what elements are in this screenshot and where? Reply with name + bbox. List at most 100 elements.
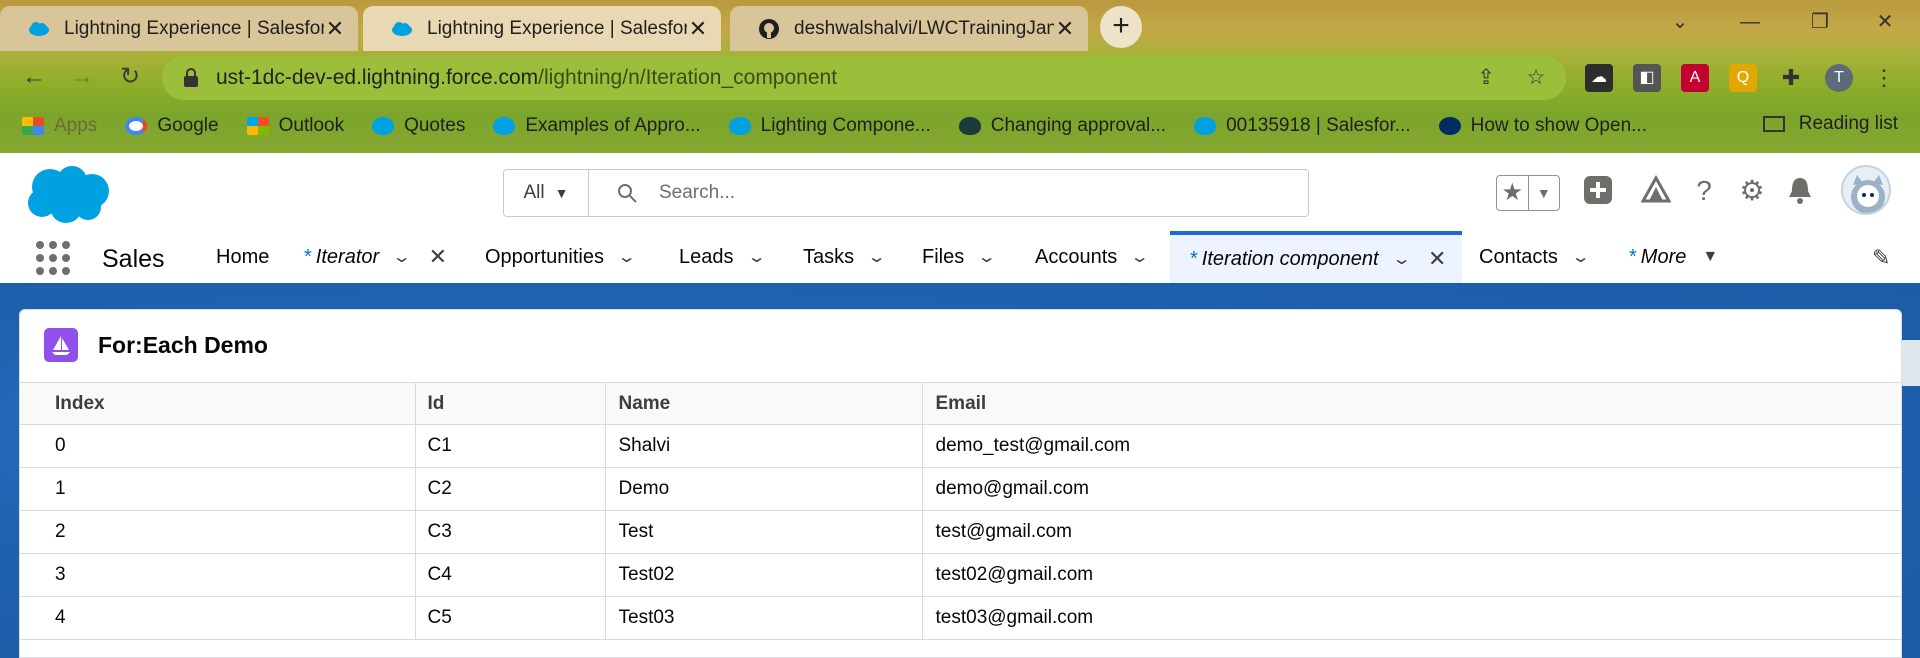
nav-tab-more[interactable]: * More ▼ — [1629, 231, 1718, 283]
search-extension-icon[interactable]: Q — [1729, 64, 1757, 92]
trailhead-guidance-icon[interactable] — [1640, 174, 1672, 207]
close-tab-icon[interactable]: ✕ — [1054, 16, 1076, 42]
caret-down-icon[interactable]: ▼ — [1702, 248, 1718, 266]
search-scope-label: All — [523, 182, 545, 203]
chevron-down-icon[interactable]: ⌄ — [1571, 247, 1591, 267]
help-icon[interactable]: ? — [1688, 175, 1720, 207]
forward-icon[interactable]: → — [66, 61, 98, 93]
bookmark-label: Outlook — [278, 115, 345, 136]
nav-tab-files[interactable]: Files ⌄ — [922, 231, 997, 283]
reload-icon[interactable]: ↻ — [114, 61, 146, 93]
browser-tab-1[interactable]: Lightning Experience | Salesforce ✕ — [0, 6, 358, 51]
card-title: For:Each Demo — [98, 331, 268, 358]
bookmark-label: Quotes — [404, 115, 466, 136]
chevron-down-icon[interactable]: ⌄ — [1130, 247, 1150, 267]
bookmark-star-icon[interactable]: ☆ — [1522, 64, 1550, 92]
astro-avatar-icon — [1851, 175, 1885, 213]
bookmark-case[interactable]: 00135918 | Salesfor... — [1194, 115, 1411, 137]
close-tab-icon[interactable]: ✕ — [324, 16, 346, 42]
back-icon[interactable]: ← — [18, 61, 50, 93]
nav-tab-tasks[interactable]: Tasks ⌄ — [803, 231, 887, 283]
bookmark-outlook[interactable]: Outlook — [246, 115, 345, 137]
nav-tab-label: Iterator — [315, 245, 380, 268]
new-tab-button[interactable]: + — [1100, 6, 1142, 48]
star-icon[interactable]: ★ — [1497, 176, 1529, 210]
search-placeholder: Search... — [659, 182, 736, 203]
search-icon — [618, 184, 637, 203]
restore-button[interactable]: ❐ — [1785, 0, 1855, 44]
profile-extension-icon[interactable]: ◧ — [1633, 64, 1661, 92]
chevron-down-icon[interactable]: ⌄ — [392, 247, 412, 267]
edit-nav-pencil-icon[interactable]: ✎ — [1872, 245, 1890, 271]
salesforce-cloud-icon — [372, 117, 395, 135]
favorites-button[interactable]: ★ ▼ — [1496, 175, 1560, 211]
chevron-down-icon[interactable]: ⌄ — [977, 247, 997, 267]
bookmark-changing-approval[interactable]: Changing approval... — [958, 115, 1166, 137]
bookmark-apps[interactable]: Apps — [22, 115, 97, 137]
nav-tab-opportunities[interactable]: Opportunities ⌄ — [485, 231, 637, 283]
chevron-down-icon[interactable]: ⌄ — [617, 247, 637, 267]
global-actions-plus-icon[interactable] — [1582, 175, 1614, 207]
menu-kebab-icon[interactable]: ⋮ — [1870, 64, 1898, 92]
favorites-caret-icon[interactable]: ▼ — [1529, 176, 1560, 210]
bookmark-lighting[interactable]: Lighting Compone... — [728, 115, 931, 137]
apps-grid-icon — [22, 117, 44, 135]
setup-gear-icon[interactable]: ⚙ — [1736, 175, 1768, 207]
cloud-extension-icon[interactable]: ☁ — [1585, 64, 1613, 92]
tab-search-icon[interactable]: ⌄ — [1645, 0, 1715, 44]
cell-name: Test — [605, 510, 923, 554]
user-avatar[interactable] — [1841, 165, 1891, 215]
browser-toolbar: ← → ↻ ust-1dc-dev-ed.lightning.force.com… — [0, 51, 1920, 103]
nav-tab-accounts[interactable]: Accounts ⌄ — [1035, 231, 1150, 283]
app-launcher-icon[interactable] — [36, 241, 70, 275]
table-header-row: Index Id Name Email — [20, 382, 1901, 425]
close-tab-icon[interactable]: ✕ — [429, 244, 447, 270]
angular-extension-icon[interactable]: A — [1681, 64, 1709, 92]
close-tab-icon[interactable]: ✕ — [1428, 246, 1446, 272]
contacts-table: Index Id Name Email 0 C1 Shalvi demo_tes… — [20, 382, 1901, 640]
bookmark-label: Google — [157, 115, 219, 136]
chevron-down-icon[interactable]: ⌄ — [867, 247, 887, 267]
minimize-button[interactable]: — — [1715, 0, 1785, 44]
salesforce-cloud-icon — [1194, 117, 1217, 135]
search-input[interactable]: Search... — [589, 170, 1308, 216]
sailboat-icon — [44, 328, 78, 362]
salesforce-logo[interactable] — [22, 163, 112, 225]
search-scope-select[interactable]: All ▼ — [504, 170, 589, 216]
browser-chrome: Lightning Experience | Salesforce ✕ Ligh… — [0, 0, 1920, 153]
reading-list-button[interactable]: Reading list — [1762, 113, 1898, 135]
browser-tab-3[interactable]: deshwalshalvi/LWCTrainingJan20 ✕ — [730, 6, 1088, 51]
column-header-name: Name — [605, 382, 923, 425]
chevron-down-icon[interactable]: ⌄ — [1391, 249, 1411, 269]
notifications-bell-icon[interactable] — [1784, 175, 1816, 207]
profile-avatar[interactable]: T — [1825, 64, 1853, 92]
url-path: /lightning/n/Iteration_component — [538, 66, 838, 89]
close-tab-icon[interactable]: ✕ — [687, 16, 709, 42]
bookmark-how-to-show[interactable]: How to show Open... — [1438, 115, 1647, 137]
address-bar[interactable]: ust-1dc-dev-ed.lightning.force.com/light… — [162, 56, 1566, 100]
bookmark-quotes[interactable]: Quotes — [372, 115, 465, 137]
nav-tab-iteration-component[interactable]: * Iteration component ⌄ ✕ — [1170, 231, 1462, 283]
nav-tab-leads[interactable]: Leads ⌄ — [679, 231, 766, 283]
nav-tab-label: Home — [216, 245, 270, 268]
browser-tab-title: Lightning Experience | Salesforce — [64, 17, 324, 39]
bookmark-examples[interactable]: Examples of Appro... — [493, 115, 701, 137]
nav-tab-contacts[interactable]: Contacts ⌄ — [1479, 231, 1591, 283]
cell-id: C4 — [415, 553, 606, 597]
share-icon[interactable]: ⇪ — [1472, 64, 1500, 92]
close-window-button[interactable]: ✕ — [1850, 0, 1920, 44]
nav-tab-home[interactable]: Home — [216, 231, 269, 283]
bookmark-google[interactable]: Google — [125, 115, 219, 137]
nav-tab-label: Files — [922, 245, 965, 268]
salesforce-cloud-icon — [392, 21, 412, 36]
nav-tab-iterator[interactable]: * Iterator ⌄ ✕ — [304, 231, 447, 283]
extensions-puzzle-icon[interactable]: ✚ — [1777, 64, 1805, 92]
bookmark-label: How to show Open... — [1470, 115, 1647, 136]
browser-tab-2[interactable]: Lightning Experience | Salesforce ✕ — [363, 6, 721, 51]
cell-index: 0 — [20, 424, 416, 468]
column-header-email: Email — [922, 382, 1901, 425]
nav-tab-label: More — [1640, 245, 1687, 268]
chevron-down-icon[interactable]: ⌄ — [746, 247, 766, 267]
cell-name: Demo — [605, 467, 923, 511]
lock-icon — [184, 68, 198, 87]
